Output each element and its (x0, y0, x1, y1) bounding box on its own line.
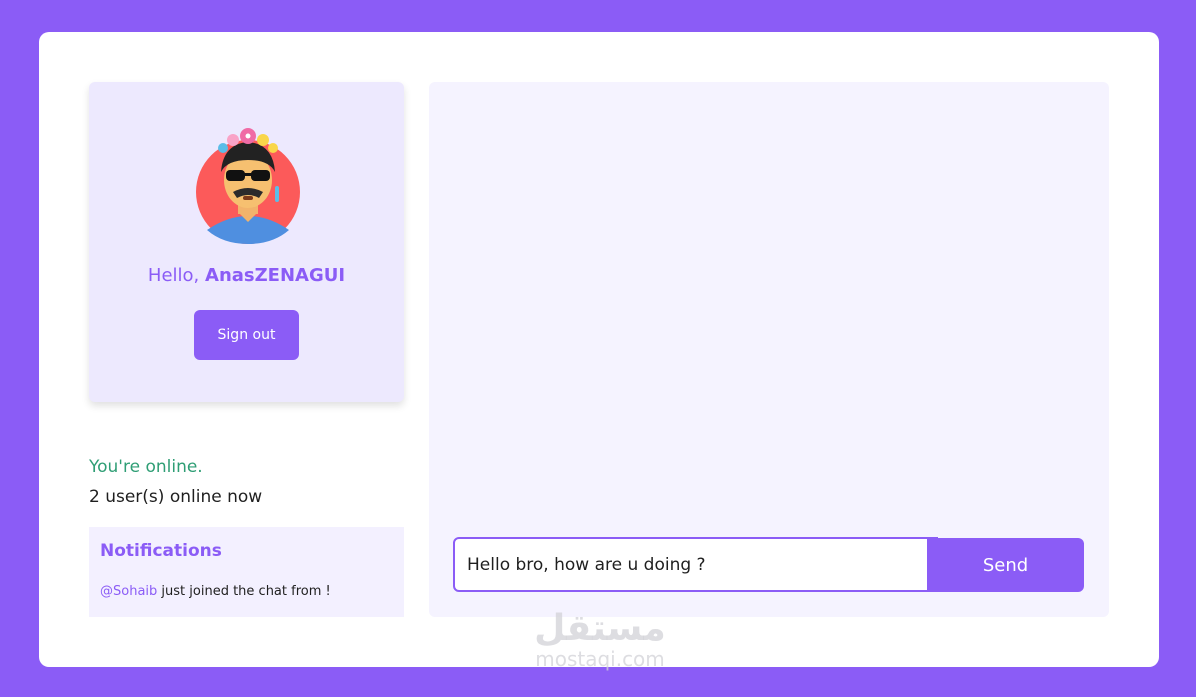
greeting-prefix: Hello, (147, 265, 200, 286)
users-online-count: 2 user(s) online now (89, 487, 263, 507)
notifications-panel: Notifications @Sohaib just joined the ch… (89, 527, 404, 617)
notification-user[interactable]: @Sohaib (100, 584, 157, 599)
avatar-icon (196, 128, 300, 244)
watermark-arabic: مستقل (534, 608, 666, 649)
watermark-latin: mostaqi.com (535, 647, 665, 671)
greeting: Hello, AnasZENAGUI (89, 265, 404, 286)
notification-text: just joined the chat from ! (161, 584, 331, 599)
sign-out-button[interactable]: Sign out (194, 310, 299, 360)
main-card: Hello, AnasZENAGUI Sign out You're onlin… (39, 32, 1159, 667)
chat-panel: Send (429, 82, 1109, 617)
notification-item: @Sohaib just joined the chat from ! (100, 584, 331, 599)
profile-panel: Hello, AnasZENAGUI Sign out (89, 82, 404, 402)
send-button[interactable]: Send (927, 538, 1084, 592)
username: AnasZENAGUI (205, 265, 346, 286)
watermark-logo: مستقل mostaqi.com (520, 610, 680, 680)
online-status: You're online. (89, 457, 203, 477)
message-input[interactable] (453, 537, 938, 592)
notifications-title: Notifications (100, 541, 222, 561)
